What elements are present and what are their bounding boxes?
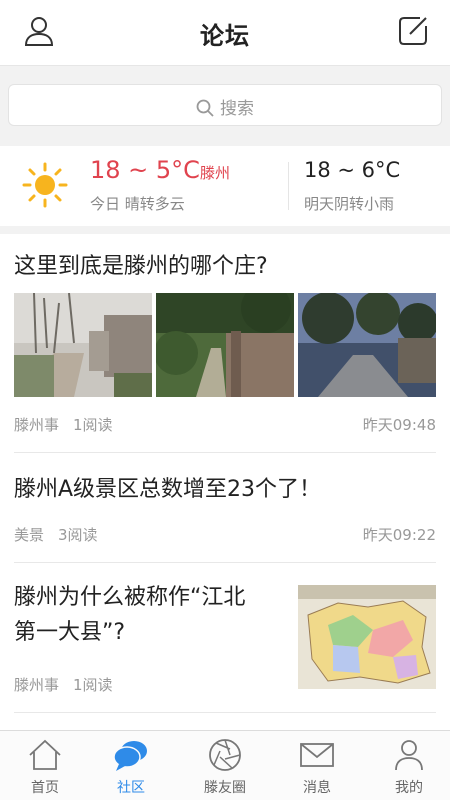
post-read-count: 3阅读 bbox=[58, 526, 98, 544]
post-meta: 滕州事 1阅读 bbox=[14, 674, 127, 695]
bottom-tab-bar: 首页 社区 滕友圈 消息 我的 bbox=[0, 730, 450, 800]
tab-label: 社区 bbox=[117, 780, 145, 796]
mail-icon bbox=[300, 743, 334, 767]
village-road-photo bbox=[14, 293, 152, 397]
page-title: 论坛 bbox=[200, 22, 250, 50]
post-list: 这里到底是滕州的哪个庄? 滕州事 1阅读 昨天09:48 滕州A级景区总数增至2… bbox=[0, 234, 450, 730]
search-placeholder: 搜索 bbox=[220, 99, 254, 119]
tab-label: 消息 bbox=[303, 780, 331, 796]
today-temperature: 18 ~ 5°C bbox=[90, 156, 200, 184]
aperture-icon bbox=[209, 739, 241, 771]
top-nav-bar: 论坛 bbox=[0, 0, 450, 66]
post-meta: 滕州事 1阅读 bbox=[14, 414, 127, 435]
chat-bubble-icon bbox=[113, 741, 147, 771]
tab-label: 我的 bbox=[395, 780, 423, 796]
post-time: 昨天09:48 bbox=[362, 416, 436, 434]
tab-home[interactable]: 首页 bbox=[0, 731, 90, 800]
tab-community[interactable]: 社区 bbox=[86, 731, 176, 800]
dusk-road-photo bbox=[298, 293, 436, 397]
weather-divider bbox=[288, 162, 289, 210]
post-title-line-2: 第一大县”? bbox=[14, 620, 126, 645]
post-read-count: 1阅读 bbox=[73, 676, 113, 694]
post-category: 滕州事 bbox=[14, 676, 60, 694]
post-category: 美景 bbox=[14, 526, 45, 544]
tomorrow-weather-desc: 明天阴转小雨 bbox=[304, 195, 395, 213]
post-time: 昨天09:22 bbox=[362, 526, 436, 544]
divider bbox=[14, 712, 436, 713]
weather-city: 滕州 bbox=[200, 164, 231, 182]
tab-profile[interactable]: 我的 bbox=[364, 731, 450, 800]
tab-label: 滕友圈 bbox=[204, 780, 246, 796]
post-title-line-1: 滕州为什么被称作“江北 bbox=[14, 585, 246, 610]
home-icon bbox=[29, 739, 61, 770]
compose-icon[interactable] bbox=[396, 14, 430, 48]
search-input[interactable]: 搜索 bbox=[8, 84, 442, 126]
post-item[interactable]: 滕州为什么被称作“江北 第一大县”? 滕州事 1阅读 bbox=[0, 563, 450, 713]
search-area: 搜索 bbox=[0, 66, 450, 144]
tab-messages[interactable]: 消息 bbox=[272, 731, 362, 800]
post-meta: 美景 3阅读 bbox=[14, 524, 112, 545]
sun-icon bbox=[22, 162, 68, 208]
post-title: 滕州A级景区总数增至23个了！ bbox=[14, 477, 322, 502]
tab-friends-circle[interactable]: 滕友圈 bbox=[180, 731, 270, 800]
tomorrow-temperature: 18 ~ 6°C bbox=[304, 158, 401, 182]
post-title: 这里到底是滕州的哪个庄? bbox=[14, 254, 268, 279]
tab-label: 首页 bbox=[31, 780, 59, 796]
today-weather-desc: 今日 晴转多云 bbox=[90, 195, 185, 213]
search-icon bbox=[196, 99, 214, 117]
post-item[interactable]: 这里到底是滕州的哪个庄? 滕州事 1阅读 昨天09:48 bbox=[0, 234, 450, 453]
weather-card[interactable]: 18 ~ 5°C 滕州 今日 晴转多云 18 ~ 6°C 明天阴转小雨 bbox=[0, 146, 450, 226]
tree-lane-photo bbox=[156, 293, 294, 397]
post-category: 滕州事 bbox=[14, 416, 60, 434]
post-item[interactable]: 滕州A级景区总数增至23个了！ 美景 3阅读 昨天09:22 bbox=[0, 453, 450, 563]
person-icon bbox=[395, 740, 423, 771]
post-read-count: 1阅读 bbox=[73, 416, 113, 434]
county-map-photo bbox=[298, 585, 436, 689]
